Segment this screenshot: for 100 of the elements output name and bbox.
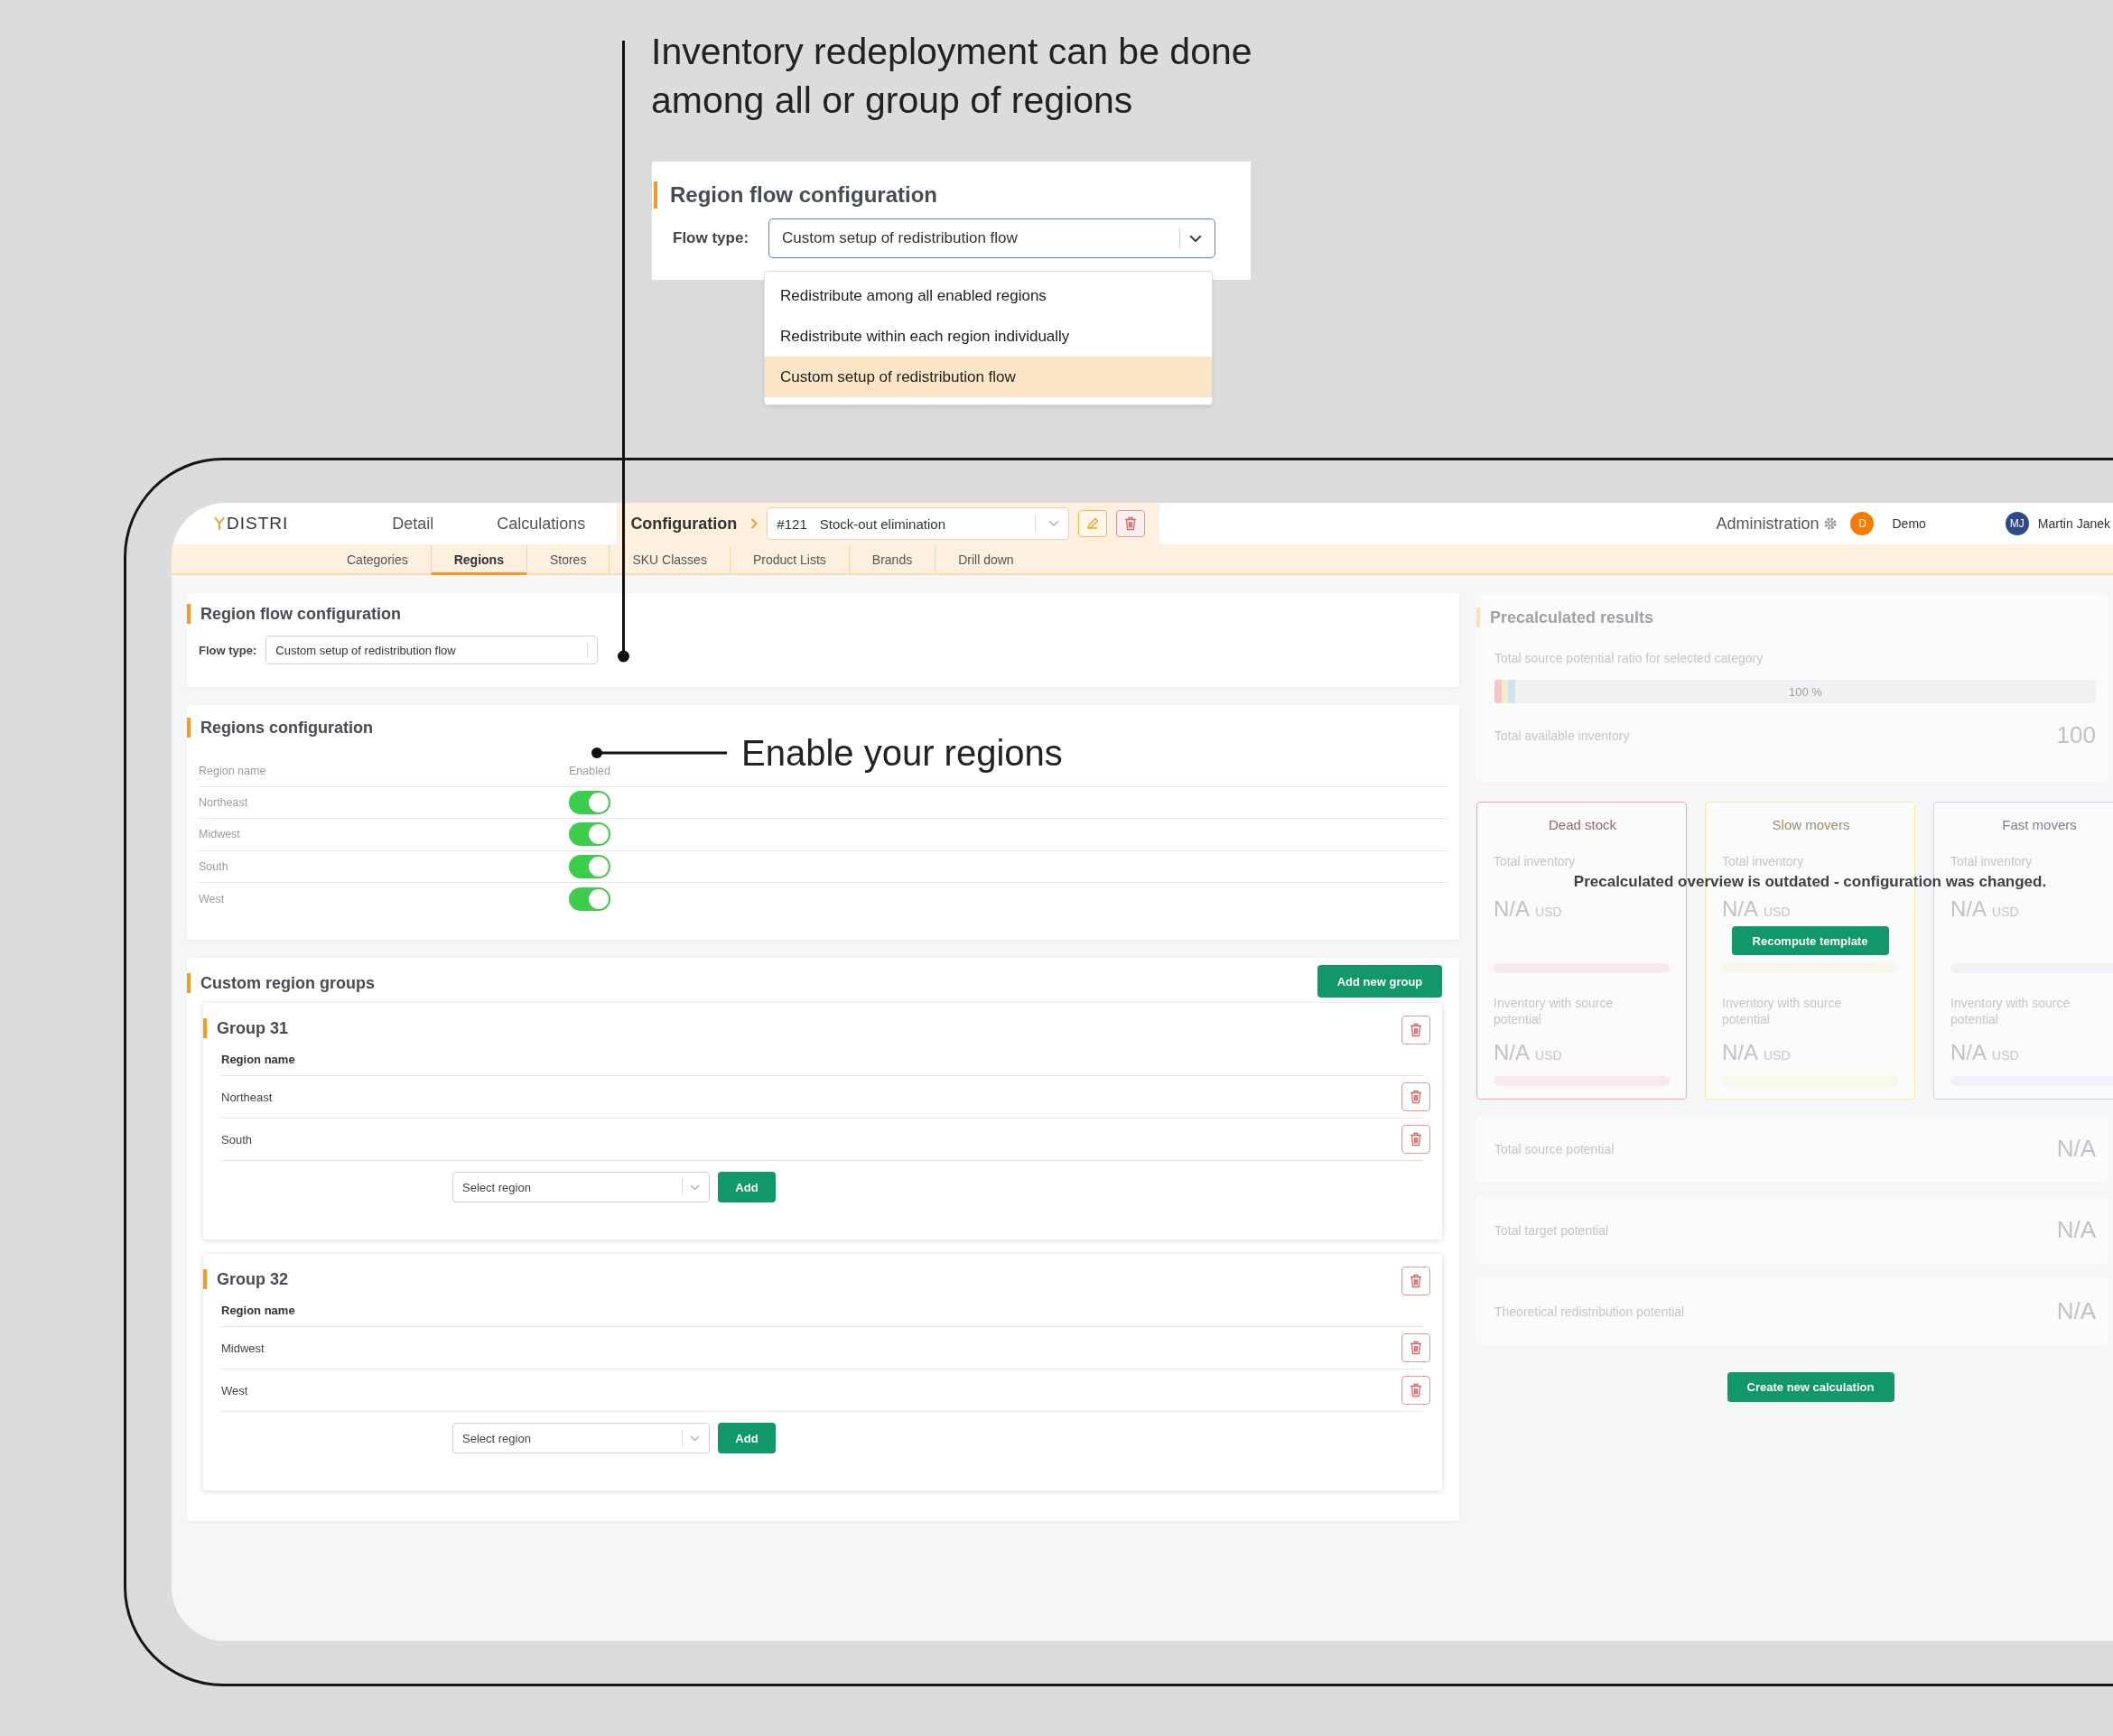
metric-value: N/A xyxy=(1722,1040,1758,1065)
calculation-name: Stock-out elimination xyxy=(819,515,945,532)
chevron-down-icon xyxy=(1189,234,1203,243)
currency-unit: USD xyxy=(1764,905,1791,919)
metric-value: 100 xyxy=(2056,721,2096,749)
sub-tab[interactable]: Brands xyxy=(848,546,935,575)
flow-type-select[interactable]: Custom setup of redistribution flow xyxy=(768,218,1216,258)
trash-icon xyxy=(1410,1023,1422,1037)
annotation-text: Inventory redeployment can be done among all or group of regions xyxy=(651,30,1253,123)
create-calculation-button[interactable]: Create new calculation xyxy=(1727,1372,1894,1402)
column-header: Region name xyxy=(221,1051,296,1068)
outdated-message: Precalculated overview is outdated - configuration was changed. xyxy=(1573,873,2047,891)
ratio-label: Total source potential ratio for selected category xyxy=(1494,651,1764,665)
currency-unit: USD xyxy=(1992,1048,2019,1063)
currency-unit: USD xyxy=(1535,1048,1562,1063)
sub-tab[interactable]: Product Lists xyxy=(729,546,849,575)
metric-label: Total inventory xyxy=(1722,853,1805,869)
segment-strip xyxy=(1494,680,1515,703)
metric-label: Theoretical redistribution potential xyxy=(1494,1304,1685,1319)
metric-value: N/A xyxy=(1950,896,1987,922)
logo-icon xyxy=(214,516,225,531)
toggle-switch[interactable] xyxy=(569,854,610,878)
edit-button[interactable] xyxy=(1078,510,1108,537)
metric-label: Total inventory xyxy=(1950,853,2034,869)
metric-value: N/A xyxy=(1950,1040,1987,1065)
panel-title: Regions configuration xyxy=(187,718,1447,738)
trash-icon xyxy=(1410,1341,1422,1355)
sub-tab[interactable]: Categories xyxy=(323,546,431,575)
delete-button[interactable] xyxy=(1116,510,1146,537)
metric-label: Inventory with source potential xyxy=(1950,995,2071,1027)
delete-button[interactable] xyxy=(1401,1376,1430,1405)
trash-icon xyxy=(1124,516,1138,531)
settings-icon[interactable] xyxy=(1823,516,1838,531)
table-cell: West xyxy=(221,1383,248,1397)
metric-value: N/A xyxy=(1722,896,1758,922)
metric-label: Total target potential xyxy=(1494,1222,1609,1238)
delete-button[interactable] xyxy=(1401,1125,1430,1154)
delete-button[interactable] xyxy=(1401,1082,1430,1111)
add-group-button[interactable]: Add new group xyxy=(1317,965,1442,998)
metric-label: Total inventory xyxy=(1494,853,1577,869)
dropdown-option[interactable]: Custom setup of redistribution flow xyxy=(765,357,1212,397)
add-button[interactable]: Add xyxy=(718,1423,776,1453)
flow-type-select[interactable]: Custom setup of redistribution flow xyxy=(265,636,599,664)
field-label: Flow type: xyxy=(673,229,749,247)
pencil-icon xyxy=(1086,517,1100,530)
currency-unit: USD xyxy=(1535,905,1562,919)
administration-link[interactable]: Administration xyxy=(1716,514,1820,534)
field-label: Flow type: xyxy=(199,643,257,657)
panel-title: Region flow configuration xyxy=(654,181,1251,209)
metric-value: N/A xyxy=(2056,1297,2096,1325)
panel-title: Precalculated results xyxy=(1476,608,2096,627)
sub-tab[interactable]: Regions xyxy=(430,546,526,575)
group-title: Group 32 xyxy=(203,1269,288,1289)
trash-icon xyxy=(1410,1090,1422,1104)
toggle-switch[interactable] xyxy=(569,790,610,814)
sub-tab[interactable]: Stores xyxy=(526,546,610,575)
nav-tab[interactable]: Configuration xyxy=(617,503,751,544)
currency-unit: USD xyxy=(1992,905,2019,919)
panel-title: Region flow configuration xyxy=(187,604,1459,624)
add-button[interactable]: Add xyxy=(718,1172,776,1202)
trash-icon xyxy=(1410,1274,1422,1288)
table-cell: South xyxy=(221,1132,252,1147)
sub-tab[interactable]: SKU Classes xyxy=(609,546,730,575)
panel-title: Custom region groups xyxy=(187,973,375,993)
chevron-down-icon xyxy=(1048,520,1060,527)
delete-button[interactable] xyxy=(1401,1333,1430,1362)
trash-icon xyxy=(1410,1383,1422,1397)
chevron-down-icon xyxy=(690,1434,700,1442)
workspace-name[interactable]: Demo xyxy=(1892,516,1926,531)
card-title: Slow movers xyxy=(1771,817,1851,833)
user-avatar[interactable]: MJ xyxy=(2005,512,2029,535)
user-name[interactable]: Martin Janek xyxy=(2037,516,2110,531)
toggle-switch[interactable] xyxy=(569,822,610,847)
chevron-down-icon xyxy=(690,1184,700,1191)
table-cell: Northeast xyxy=(221,1090,273,1104)
column-header: Enabled xyxy=(569,764,610,777)
card-title: Dead stock xyxy=(1547,817,1617,833)
toggle-switch[interactable] xyxy=(569,887,610,911)
group-title: Group 31 xyxy=(203,1018,288,1038)
ratio-value: 100 % xyxy=(1788,684,1823,699)
region-select[interactable]: Select region xyxy=(452,1172,710,1202)
column-header: Region name xyxy=(221,1302,296,1319)
metric-label: Inventory with source potential xyxy=(1494,995,1615,1027)
recompute-button[interactable]: Recompute template xyxy=(1731,926,1889,955)
calculation-select[interactable]: #121 Stock-out elimination xyxy=(767,507,1070,540)
nav-tab[interactable]: Calculations xyxy=(465,503,618,544)
metric-value: N/A xyxy=(2056,1135,2096,1163)
metric-value: N/A xyxy=(1494,896,1530,922)
card-title: Fast movers xyxy=(2001,817,2078,833)
table-cell: Midwest xyxy=(199,818,569,850)
sub-tab[interactable]: Drill down xyxy=(935,546,1037,575)
table-cell: West xyxy=(199,882,569,914)
region-select[interactable]: Select region xyxy=(452,1423,710,1453)
table-cell: Midwest xyxy=(221,1341,265,1355)
nav-tab[interactable]: Detail xyxy=(360,503,466,544)
delete-button[interactable] xyxy=(1401,1016,1430,1044)
delete-button[interactable] xyxy=(1401,1267,1430,1295)
dropdown-option[interactable]: Redistribute among all enabled regions xyxy=(765,275,1212,316)
dropdown-option[interactable]: Redistribute within each region individually xyxy=(765,316,1212,357)
metric-label: Total available inventory xyxy=(1494,728,1630,743)
